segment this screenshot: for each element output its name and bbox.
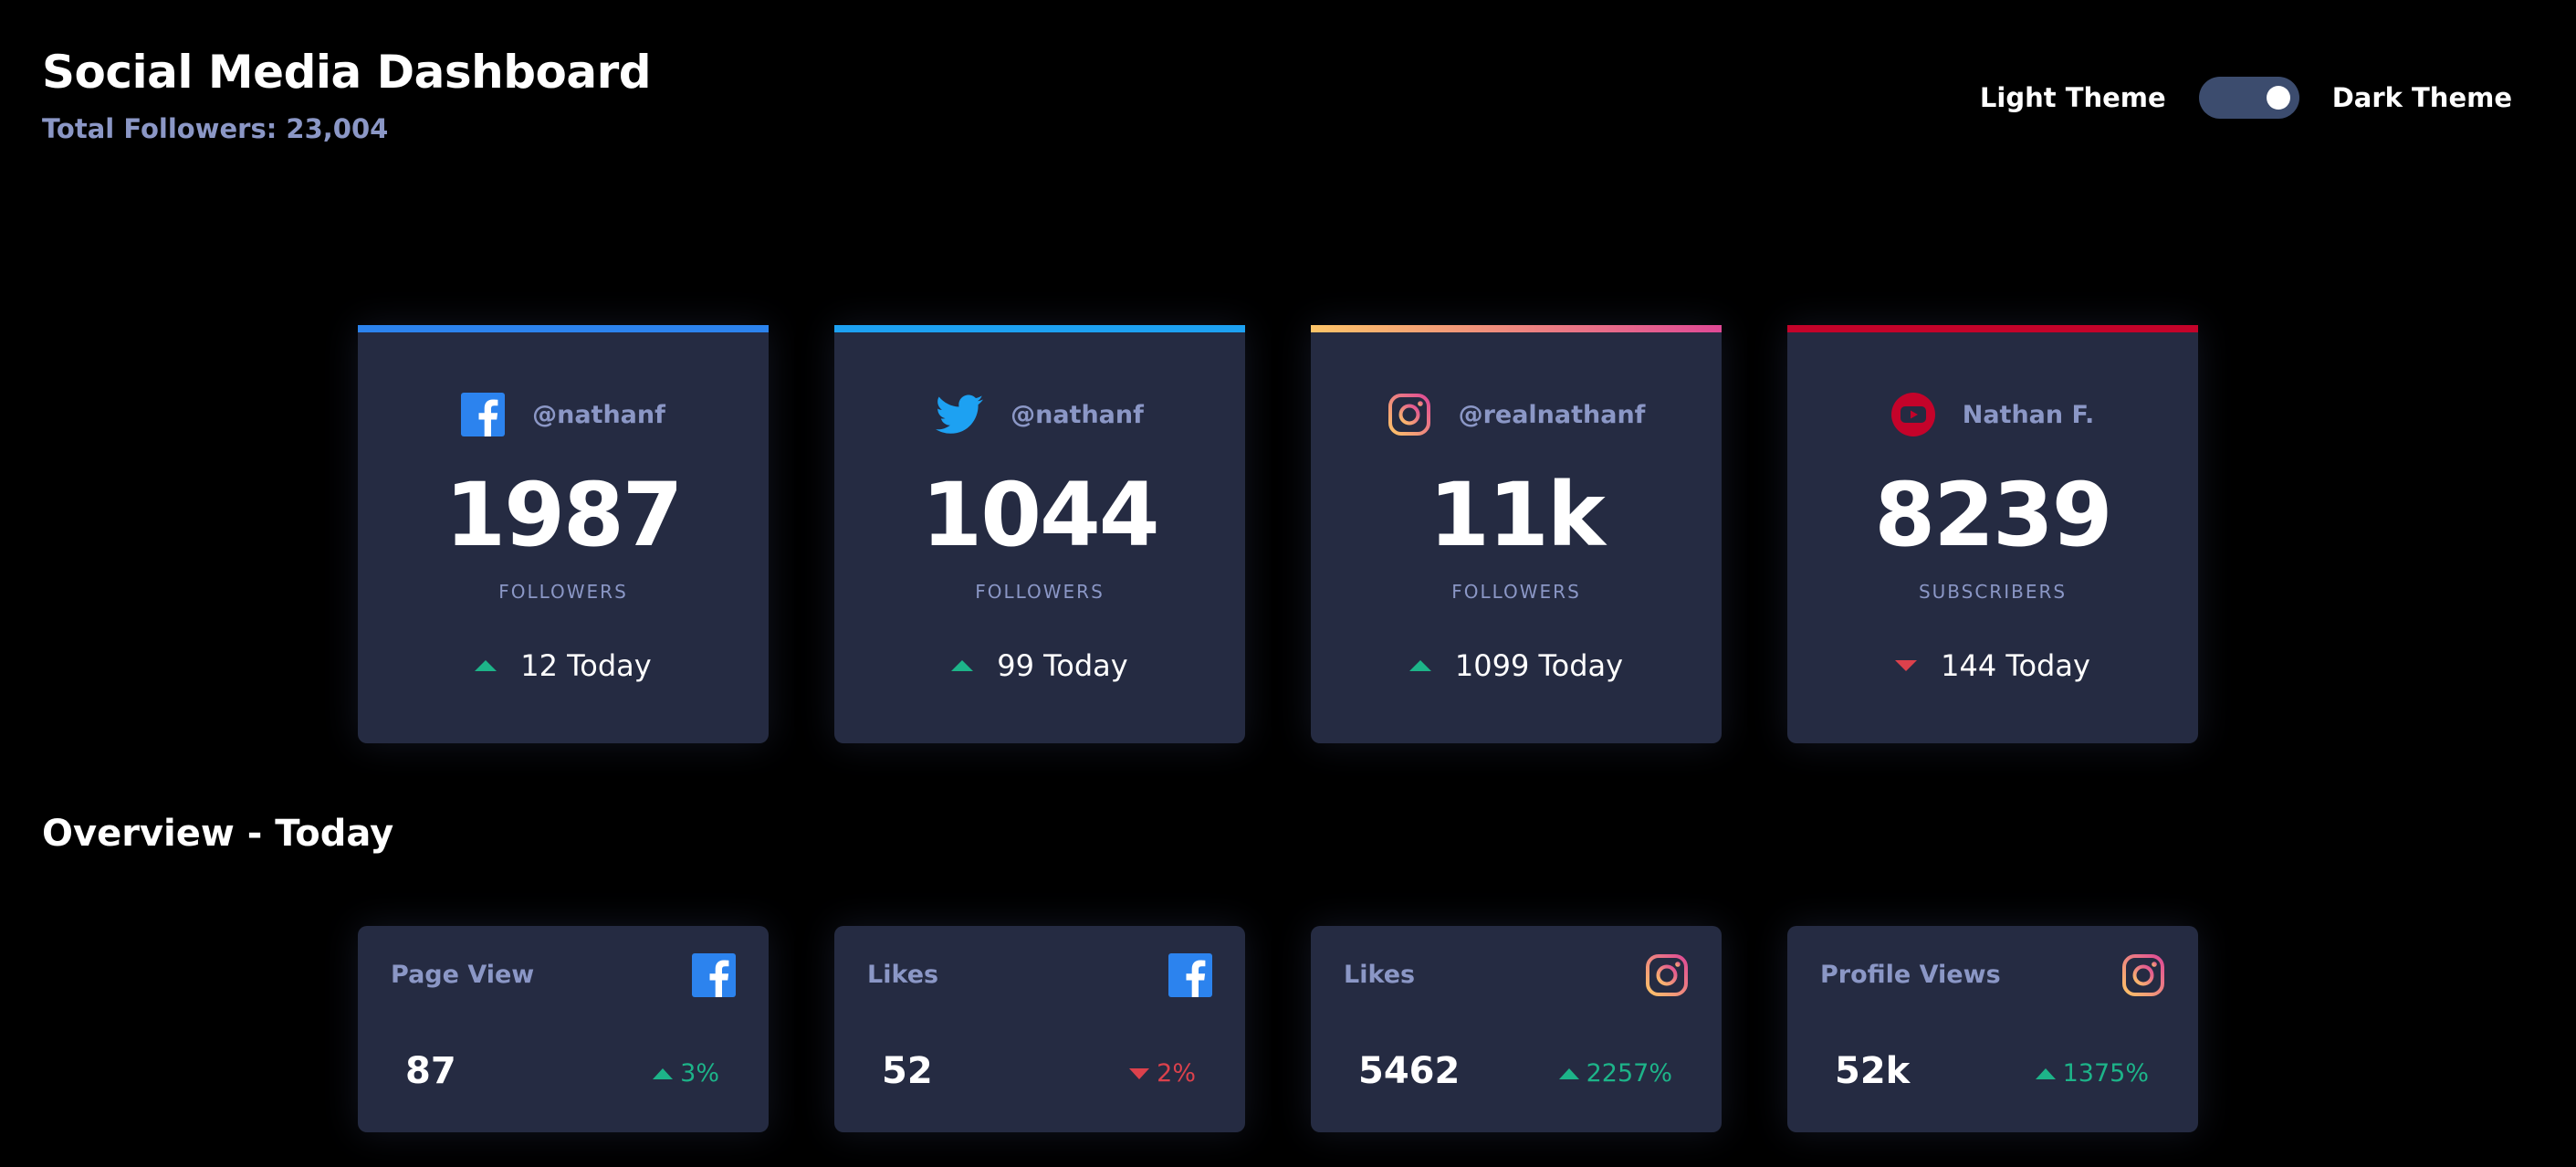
facebook-handle[interactable]: @nathanf: [532, 401, 665, 429]
youtube-subscriber-count: 8239: [1874, 464, 2112, 566]
instagram-follower-count: 11k: [1429, 464, 1605, 566]
overview-card-label: Likes: [867, 961, 939, 989]
facebook-icon: [461, 393, 506, 436]
overview-card-value: 52k: [1835, 1050, 1911, 1092]
follower-cards: @nathanf 1987 FOLLOWERS 12 Today @nathan…: [358, 325, 2198, 743]
instagram-unit-label: FOLLOWERS: [1451, 581, 1581, 603]
overview-card-instagram-profile-views[interactable]: Profile Views 52k 1375%: [1787, 926, 2198, 1132]
twitter-handle[interactable]: @nathanf: [1011, 401, 1144, 429]
instagram-icon: [1645, 953, 1689, 997]
up-arrow-icon: [653, 1067, 674, 1079]
twitter-unit-label: FOLLOWERS: [975, 581, 1105, 603]
theme-switch: Light Theme Dark Theme: [1980, 77, 2512, 119]
youtube-handle[interactable]: Nathan F.: [1963, 401, 2095, 429]
overview-card-change-value: 2%: [1157, 1059, 1196, 1088]
overview-title: Overview - Today: [42, 813, 394, 855]
facebook-icon: [692, 953, 736, 997]
overview-card-facebook-page-view[interactable]: Page View 87 3%: [358, 926, 769, 1132]
facebook-follower-count: 1987: [445, 464, 683, 566]
facebook-icon: [1168, 953, 1212, 997]
overview-card-facebook-likes[interactable]: Likes 52 2%: [834, 926, 1245, 1132]
facebook-card[interactable]: @nathanf 1987 FOLLOWERS 12 Today: [358, 325, 769, 743]
facebook-card-bar: [358, 325, 769, 332]
page-title: Social Media Dashboard: [42, 46, 652, 99]
up-arrow-icon: [475, 660, 497, 671]
light-theme-label: Light Theme: [1979, 82, 2166, 113]
youtube-icon: [1890, 393, 1935, 436]
dashboard-page: Social Media Dashboard Total Followers: …: [0, 0, 2576, 1167]
overview-card-change: 1375%: [2035, 1059, 2149, 1088]
youtube-unit-label: SUBSCRIBERS: [1918, 581, 2068, 603]
instagram-icon: [2121, 953, 2165, 997]
down-arrow-icon: [1129, 1067, 1150, 1079]
overview-card-label: Likes: [1344, 961, 1416, 989]
twitter-follower-count: 1044: [921, 464, 1159, 566]
up-arrow-icon: [1408, 660, 1431, 671]
overview-card-instagram-likes[interactable]: Likes 5462 2257%: [1311, 926, 1722, 1132]
up-arrow-icon: [951, 660, 974, 671]
youtube-today: 144 Today: [1941, 648, 2090, 683]
overview-card-change-value: 1375%: [2062, 1059, 2149, 1088]
total-followers: Total Followers: 23,004: [42, 113, 389, 144]
twitter-card-bar: [834, 325, 1245, 332]
overview-card-change: 2%: [1129, 1059, 1196, 1088]
overview-card-change: 3%: [653, 1059, 719, 1088]
instagram-today: 1099 Today: [1454, 648, 1624, 683]
theme-toggle-knob: [2266, 86, 2290, 110]
facebook-unit-label: FOLLOWERS: [498, 581, 628, 603]
overview-cards: Page View 87 3% Likes 52 2% Likes 5462 2…: [358, 926, 2198, 1132]
down-arrow-icon: [1895, 660, 1918, 671]
overview-card-change: 2257%: [1558, 1059, 1672, 1088]
theme-toggle[interactable]: [2198, 77, 2299, 119]
instagram-handle[interactable]: @realnathanf: [1459, 401, 1646, 429]
instagram-icon: [1387, 393, 1431, 436]
up-arrow-icon: [1558, 1067, 1579, 1079]
overview-card-label: Profile Views: [1820, 961, 2001, 989]
twitter-card[interactable]: @nathanf 1044 FOLLOWERS 99 Today: [834, 325, 1245, 743]
overview-card-value: 87: [405, 1050, 456, 1092]
overview-card-change-value: 3%: [680, 1059, 719, 1088]
dark-theme-label: Dark Theme: [2331, 82, 2512, 113]
instagram-card[interactable]: @realnathanf 11k FOLLOWERS 1099 Today: [1311, 325, 1722, 743]
overview-card-value: 5462: [1358, 1050, 1461, 1092]
overview-card-value: 52: [882, 1050, 933, 1092]
twitter-icon: [936, 394, 984, 435]
youtube-card[interactable]: Nathan F. 8239 SUBSCRIBERS 144 Today: [1787, 325, 2198, 743]
up-arrow-icon: [2035, 1067, 2056, 1079]
twitter-today: 99 Today: [997, 648, 1128, 683]
instagram-card-bar: [1311, 325, 1722, 332]
facebook-today: 12 Today: [520, 648, 652, 683]
overview-card-label: Page View: [391, 961, 535, 989]
overview-card-change-value: 2257%: [1586, 1059, 1672, 1088]
youtube-card-bar: [1787, 325, 2198, 332]
